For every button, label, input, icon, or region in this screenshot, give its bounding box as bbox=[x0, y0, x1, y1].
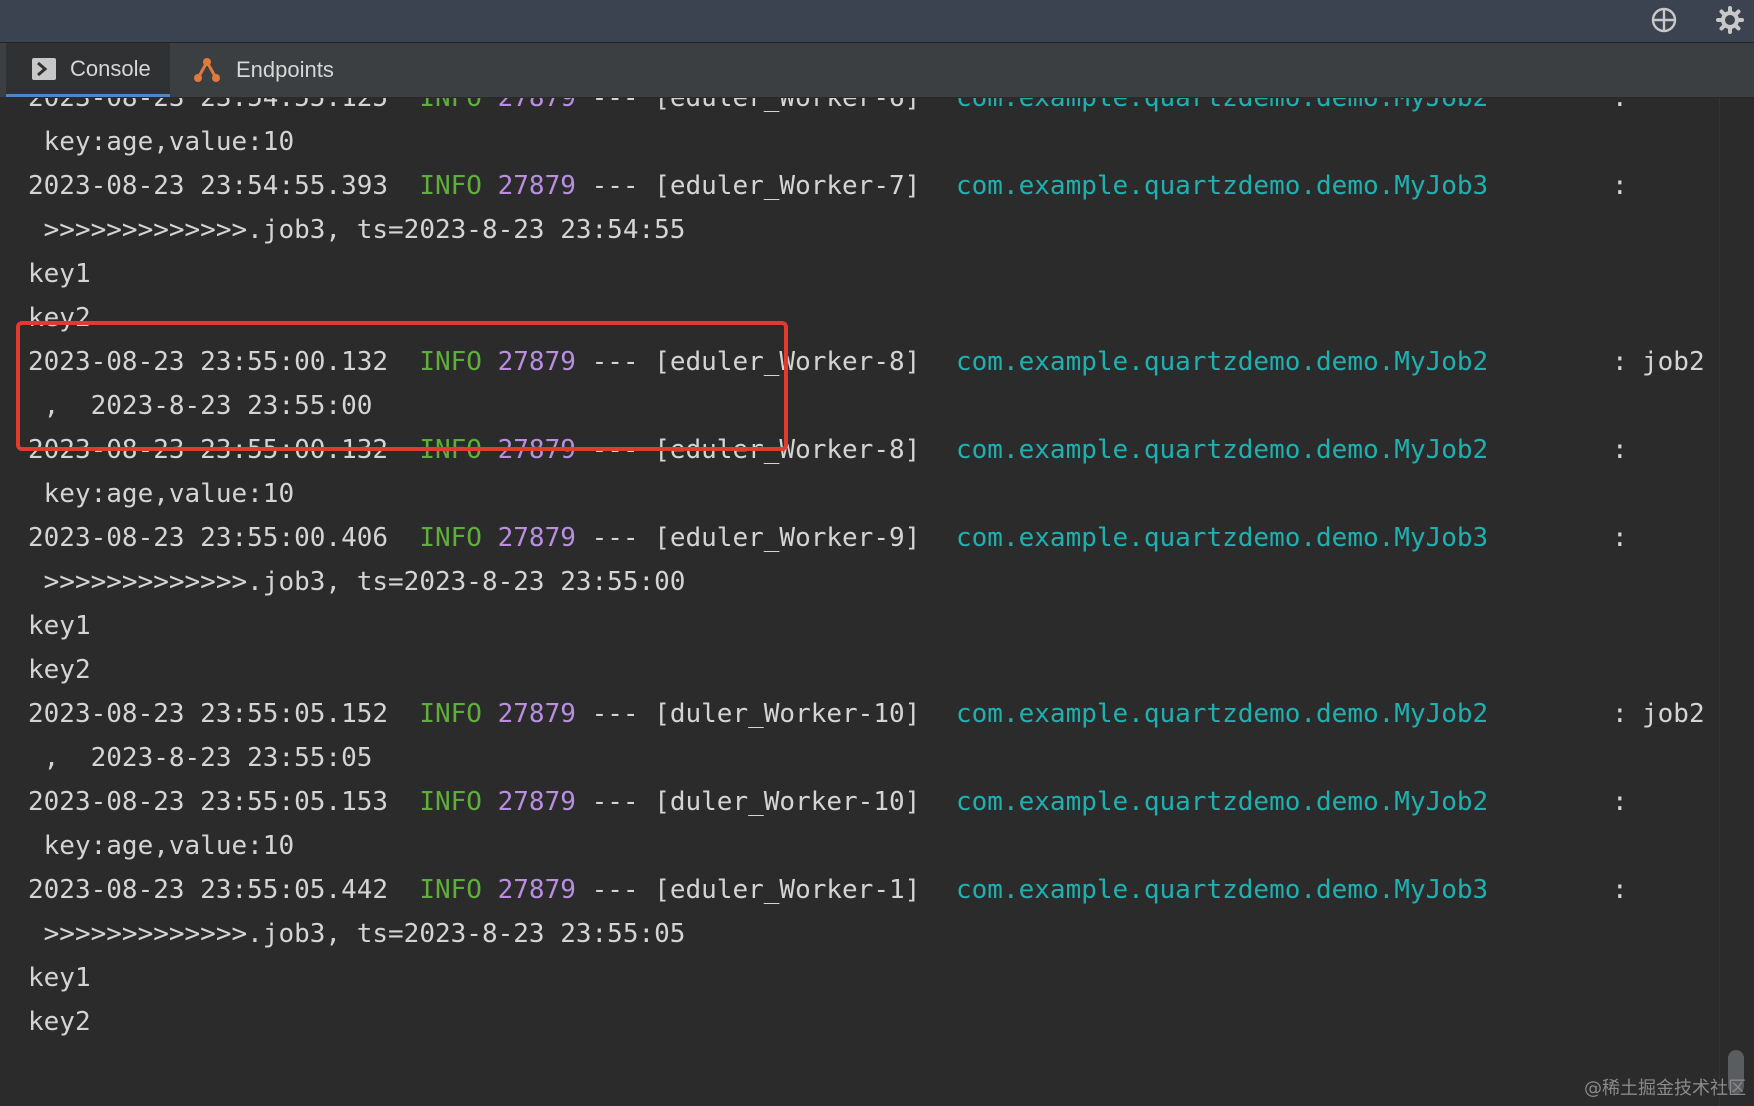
log-level: INFO bbox=[419, 787, 482, 817]
watermark: @稀土掘金技术社区 bbox=[1584, 1078, 1746, 1099]
terminal-icon bbox=[32, 57, 56, 80]
log-pid: 27879 bbox=[497, 98, 576, 113]
log-line: 2023-08-23 23:54:55.393 INFO 27879 --- [… bbox=[28, 164, 1628, 208]
log-thread: [eduler_Worker-1] bbox=[654, 875, 921, 905]
log-timestamp: 2023-08-23 23:54:55.393 bbox=[28, 171, 389, 201]
crosshair-icon[interactable] bbox=[1648, 4, 1680, 36]
log-colon: : bbox=[1612, 523, 1628, 553]
log-thread: [eduler_Worker-9] bbox=[654, 523, 921, 553]
log-line: 2023-08-23 23:54:55.125 INFO 27879 --- [… bbox=[28, 98, 1628, 120]
log-separator: --- bbox=[591, 523, 639, 553]
tool-window-tabs: Console Endpoints bbox=[0, 43, 1754, 98]
tab-endpoints[interactable]: Endpoints bbox=[190, 43, 334, 97]
log-line: key:age,value:10 bbox=[28, 479, 295, 509]
log-colon: : bbox=[1612, 699, 1628, 729]
log-line: key1 bbox=[28, 259, 91, 289]
log-line: 2023-08-23 23:55:05.442 INFO 27879 --- [… bbox=[28, 868, 1628, 912]
log-level: INFO bbox=[419, 171, 482, 201]
log-timestamp: 2023-08-23 23:55:05.152 bbox=[28, 699, 389, 729]
tab-console[interactable]: Console bbox=[6, 43, 170, 97]
log-timestamp: 2023-08-23 23:55:05.442 bbox=[28, 875, 389, 905]
log-colon: : bbox=[1612, 875, 1628, 905]
log-message: job2 bbox=[1642, 347, 1705, 377]
log-pid: 27879 bbox=[497, 523, 576, 553]
log-pid: 27879 bbox=[497, 699, 576, 729]
log-line: key:age,value:10 bbox=[28, 127, 295, 157]
log-line: key:age,value:10 bbox=[28, 831, 295, 861]
log-message: job2 bbox=[1642, 699, 1705, 729]
log-line: key1 bbox=[28, 611, 91, 641]
log-pid: 27879 bbox=[497, 171, 576, 201]
log-logger: com.example.quartzdemo.demo.MyJob3 bbox=[956, 875, 1489, 905]
log-line: 2023-08-23 23:55:05.153 INFO 27879 --- [… bbox=[28, 780, 1628, 824]
log-colon: : bbox=[1612, 435, 1628, 465]
log-logger: com.example.quartzdemo.demo.MyJob2 bbox=[956, 347, 1489, 377]
log-thread: [eduler_Worker-7] bbox=[654, 171, 921, 201]
log-thread: [duler_Worker-10] bbox=[654, 787, 921, 817]
log-pid: 27879 bbox=[497, 875, 576, 905]
log-logger: com.example.quartzdemo.demo.MyJob2 bbox=[956, 787, 1489, 817]
tab-endpoints-label: Endpoints bbox=[236, 57, 334, 82]
log-separator: --- bbox=[591, 787, 639, 817]
log-line: 2023-08-23 23:55:00.406 INFO 27879 --- [… bbox=[28, 516, 1628, 560]
vertical-scrollbar[interactable] bbox=[1719, 98, 1754, 1106]
log-timestamp: 2023-08-23 23:55:05.153 bbox=[28, 787, 389, 817]
log-level: INFO bbox=[419, 523, 482, 553]
log-pid: 27879 bbox=[497, 787, 576, 817]
log-logger: com.example.quartzdemo.demo.MyJob3 bbox=[956, 523, 1489, 553]
log-colon: : bbox=[1612, 98, 1628, 113]
log-line: 2023-08-23 23:55:05.152 INFO 27879 --- [… bbox=[28, 692, 1705, 736]
log-line: >>>>>>>>>>>>>.job3, ts=2023-8-23 23:55:0… bbox=[28, 567, 686, 597]
log-logger: com.example.quartzdemo.demo.MyJob2 bbox=[956, 435, 1489, 465]
log-line: key2 bbox=[28, 655, 91, 685]
gear-icon[interactable] bbox=[1714, 4, 1746, 36]
log-line: , 2023-8-23 23:55:05 bbox=[28, 743, 373, 773]
log-logger: com.example.quartzdemo.demo.MyJob3 bbox=[956, 171, 1489, 201]
endpoints-icon bbox=[192, 56, 222, 84]
tab-console-label: Console bbox=[70, 55, 151, 81]
log-line: key1 bbox=[28, 963, 91, 993]
log-line: >>>>>>>>>>>>>.job3, ts=2023-8-23 23:55:0… bbox=[28, 919, 686, 949]
log-thread: [eduler_Worker-6] bbox=[654, 98, 921, 113]
log-level: INFO bbox=[419, 699, 482, 729]
top-toolbar bbox=[0, 0, 1754, 43]
log-separator: --- bbox=[591, 699, 639, 729]
log-timestamp: 2023-08-23 23:55:00.406 bbox=[28, 523, 389, 553]
highlight-box bbox=[16, 321, 788, 451]
log-level: INFO bbox=[419, 98, 482, 113]
log-separator: --- bbox=[591, 875, 639, 905]
log-separator: --- bbox=[591, 171, 639, 201]
log-lines: 2023-08-23 23:54:55.125 INFO 27879 --- [… bbox=[28, 98, 1705, 1044]
log-line: key2 bbox=[28, 1007, 91, 1037]
log-timestamp: 2023-08-23 23:54:55.125 bbox=[28, 98, 389, 113]
log-colon: : bbox=[1612, 787, 1628, 817]
log-level: INFO bbox=[419, 875, 482, 905]
log-thread: [duler_Worker-10] bbox=[654, 699, 921, 729]
log-logger: com.example.quartzdemo.demo.MyJob2 bbox=[956, 699, 1489, 729]
log-colon: : bbox=[1612, 347, 1628, 377]
log-separator: --- bbox=[591, 98, 639, 113]
console-output[interactable]: 2023-08-23 23:54:55.125 INFO 27879 --- [… bbox=[0, 98, 1720, 1106]
log-line: >>>>>>>>>>>>>.job3, ts=2023-8-23 23:54:5… bbox=[28, 215, 686, 245]
log-logger: com.example.quartzdemo.demo.MyJob2 bbox=[956, 98, 1489, 113]
log-colon: : bbox=[1612, 171, 1628, 201]
